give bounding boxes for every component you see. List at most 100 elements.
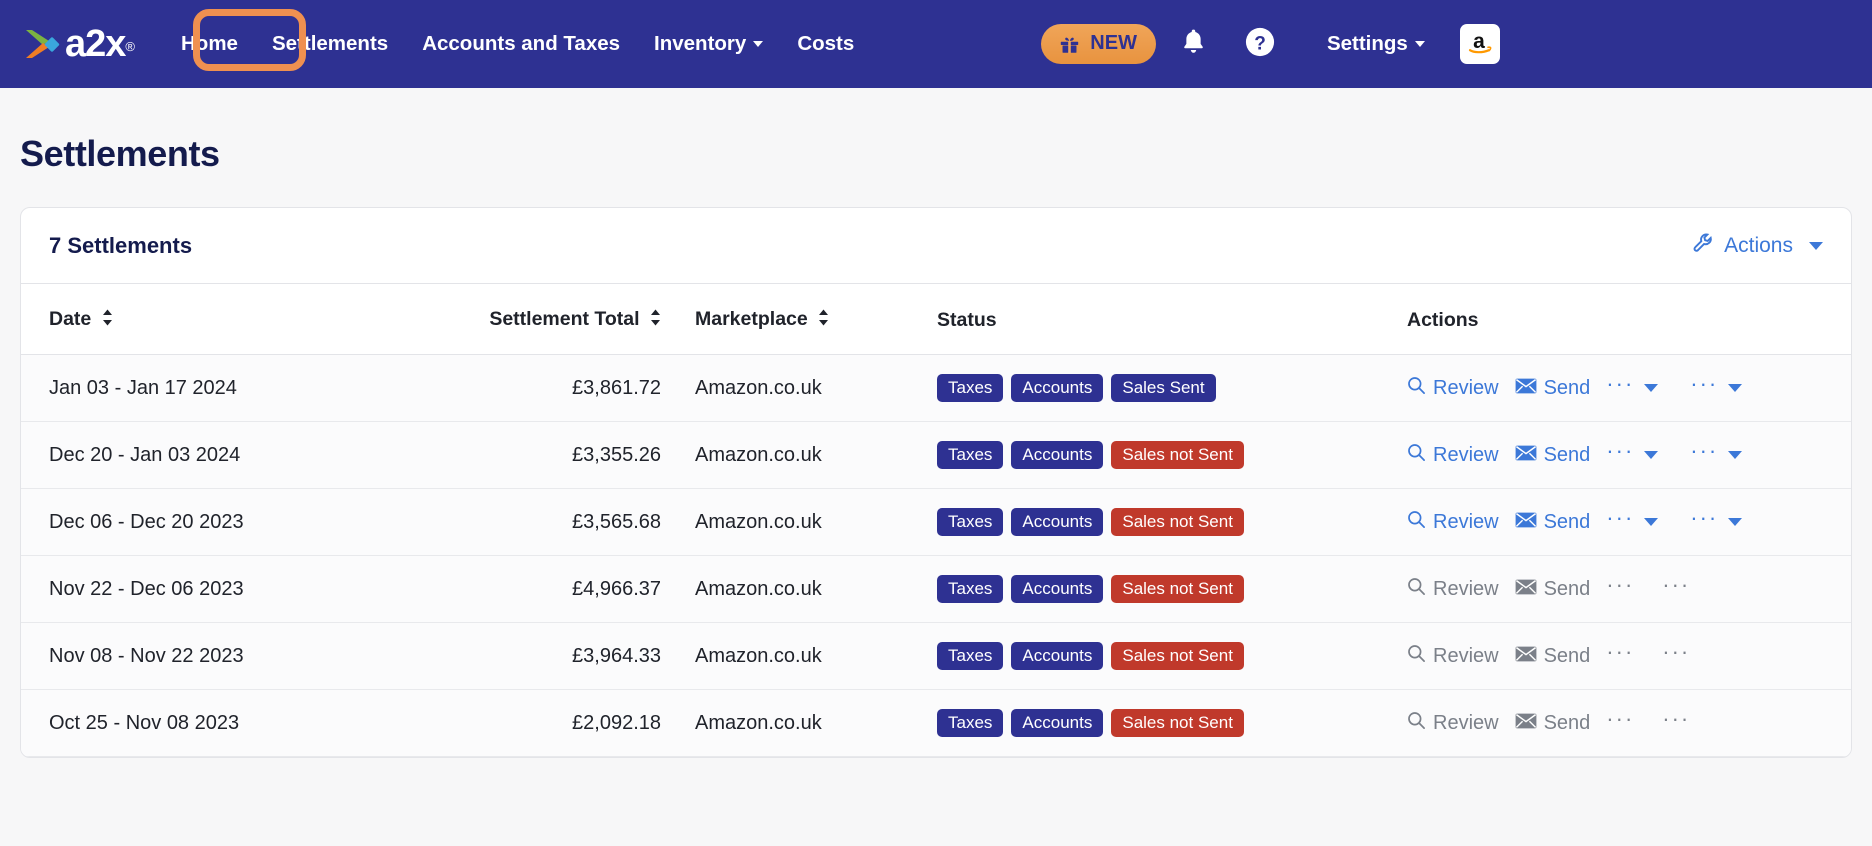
status-badge[interactable]: Sales Sent [1111, 374, 1216, 402]
nav-item-settings[interactable]: Settings [1310, 22, 1442, 66]
cell-marketplace: Amazon.co.uk [661, 354, 901, 422]
settlements-table-wrapper: Date Settlement Total Marketplace Status… [21, 284, 1851, 757]
sort-arrows-icon [818, 309, 829, 332]
column-header-date[interactable]: Date [21, 284, 411, 355]
cell-status: Taxes Accounts Sales not Sent [901, 622, 1361, 690]
amazon-marketplace-button[interactable]: a [1459, 24, 1500, 64]
status-badge[interactable]: Accounts [1011, 575, 1104, 603]
actions-dropdown-button[interactable]: Actions [1693, 232, 1823, 260]
top-navbar: a2x® Home Settlements Accounts and Taxes… [0, 0, 1872, 88]
status-badge[interactable]: Taxes [937, 642, 1004, 670]
review-button: Review [1407, 577, 1499, 602]
nav-item-settlements[interactable]: Settlements [255, 22, 405, 66]
review-button: Review [1407, 711, 1499, 736]
nav-item-inventory[interactable]: Inventory [637, 22, 780, 66]
more-actions-caret[interactable] [1644, 451, 1659, 459]
cell-settlement-total: £3,964.33 [411, 622, 661, 690]
status-badge[interactable]: Sales not Sent [1111, 441, 1244, 469]
actions-label: Actions [1724, 234, 1793, 257]
status-badge[interactable]: Taxes [937, 575, 1004, 603]
column-label: Date [49, 308, 92, 330]
svg-text:?: ? [1254, 33, 1266, 54]
status-badge[interactable]: Accounts [1011, 441, 1104, 469]
status-badge-group: Taxes Accounts Sales Sent [937, 374, 1361, 402]
status-badge[interactable]: Accounts [1011, 508, 1104, 536]
status-badge[interactable]: Accounts [1011, 709, 1104, 737]
column-header-status: Status [901, 284, 1361, 355]
more-actions-caret[interactable] [1644, 518, 1659, 526]
send-label: Send [1543, 644, 1591, 667]
status-badge[interactable]: Taxes [937, 374, 1004, 402]
status-badge[interactable]: Sales not Sent [1111, 508, 1244, 536]
page-container: Settlements 7 Settlements Actions Date S… [0, 133, 1872, 758]
send-button[interactable]: Send [1515, 376, 1591, 400]
status-badge-group: Taxes Accounts Sales not Sent [937, 508, 1361, 536]
column-label: Settlement Total [489, 308, 640, 330]
send-button[interactable]: Send [1515, 444, 1590, 467]
cell-status: Taxes Accounts Sales not Sent [901, 421, 1361, 489]
status-badge[interactable]: Accounts [1011, 642, 1104, 670]
more-actions-caret[interactable] [1728, 451, 1743, 459]
cell-actions: Review Send ··· ··· [1361, 555, 1851, 623]
cell-date: Oct 25 - Nov 08 2023 [21, 689, 411, 757]
table-head: Date Settlement Total Marketplace Status… [21, 284, 1851, 355]
nav-label: Home [181, 32, 238, 55]
send-label: Send [1543, 376, 1591, 399]
more-actions-button[interactable]: ··· [1606, 440, 1634, 462]
settlements-card: 7 Settlements Actions Date Settlement To… [20, 207, 1852, 758]
brand-logo-link[interactable]: a2x® [22, 23, 135, 65]
nav-item-costs[interactable]: Costs [780, 22, 871, 66]
review-button[interactable]: Review [1407, 443, 1499, 468]
notifications-button[interactable] [1166, 16, 1222, 72]
help-button[interactable]: ? [1232, 16, 1288, 72]
send-button[interactable]: Send [1515, 511, 1590, 534]
magnifier-icon [1407, 711, 1426, 736]
status-badge[interactable]: Sales not Sent [1111, 575, 1244, 603]
secondary-more-actions-button[interactable]: ··· [1690, 373, 1718, 395]
cell-settlement-total: £2,092.18 [411, 689, 661, 757]
more-actions-caret[interactable] [1728, 384, 1743, 392]
cell-status: Taxes Accounts Sales Sent [901, 354, 1361, 422]
question-circle-icon: ? [1245, 27, 1275, 62]
more-actions-button: ··· [1606, 706, 1635, 731]
secondary-more-actions-button: ··· [1662, 572, 1691, 597]
nav-item-home[interactable]: Home [164, 22, 255, 66]
more-actions-button[interactable]: ··· [1606, 507, 1634, 529]
status-badge-group: Taxes Accounts Sales not Sent [937, 575, 1361, 603]
secondary-more-actions-button[interactable]: ··· [1690, 507, 1718, 529]
review-button[interactable]: Review [1407, 510, 1499, 535]
column-header-settlement-total[interactable]: Settlement Total [411, 284, 661, 355]
row-actions-group: Review Send ··· ··· [1407, 706, 1851, 736]
nav-item-accounts-and-taxes[interactable]: Accounts and Taxes [405, 22, 637, 66]
secondary-more-actions-button[interactable]: ··· [1690, 440, 1718, 462]
review-button[interactable]: Review [1407, 376, 1499, 401]
status-badge[interactable]: Taxes [937, 709, 1004, 737]
more-actions-caret[interactable] [1728, 518, 1743, 526]
status-badge[interactable]: Taxes [937, 441, 1004, 469]
more-actions-button: ··· [1606, 572, 1635, 597]
nav-label: Accounts and Taxes [422, 32, 621, 55]
chevron-down-icon [753, 41, 764, 47]
cell-date: Jan 03 - Jan 17 2024 [21, 354, 411, 422]
status-badge[interactable]: Sales not Sent [1111, 709, 1244, 737]
more-actions-button[interactable]: ··· [1606, 373, 1634, 395]
magnifier-icon [1407, 510, 1426, 535]
row-actions-group: Review Send ··· ··· [1407, 440, 1851, 468]
chevron-down-icon [1809, 242, 1823, 250]
nav-label: Inventory [654, 32, 747, 55]
chevron-down-icon [1414, 41, 1425, 47]
status-badge[interactable]: Taxes [937, 508, 1004, 536]
column-header-marketplace[interactable]: Marketplace [661, 284, 901, 355]
nav-label: Costs [797, 32, 855, 55]
cell-date: Nov 22 - Dec 06 2023 [21, 555, 411, 623]
cell-actions: Review Send ··· ··· [1361, 354, 1851, 422]
magnifier-icon [1407, 443, 1426, 468]
status-badge[interactable]: Sales not Sent [1111, 642, 1244, 670]
new-feature-button[interactable]: NEW [1041, 24, 1156, 64]
status-badge[interactable]: Accounts [1011, 374, 1104, 402]
nav-links: Home Settlements Accounts and Taxes Inve… [164, 22, 871, 66]
table-row: Nov 08 - Nov 22 2023 £3,964.33 Amazon.co.u… [21, 622, 1851, 690]
table-row: Dec 20 - Jan 03 2024 £3,355.26 Amazon.co.u… [21, 421, 1851, 489]
brand-wordmark: a2x® [65, 23, 135, 65]
more-actions-caret[interactable] [1644, 384, 1659, 392]
